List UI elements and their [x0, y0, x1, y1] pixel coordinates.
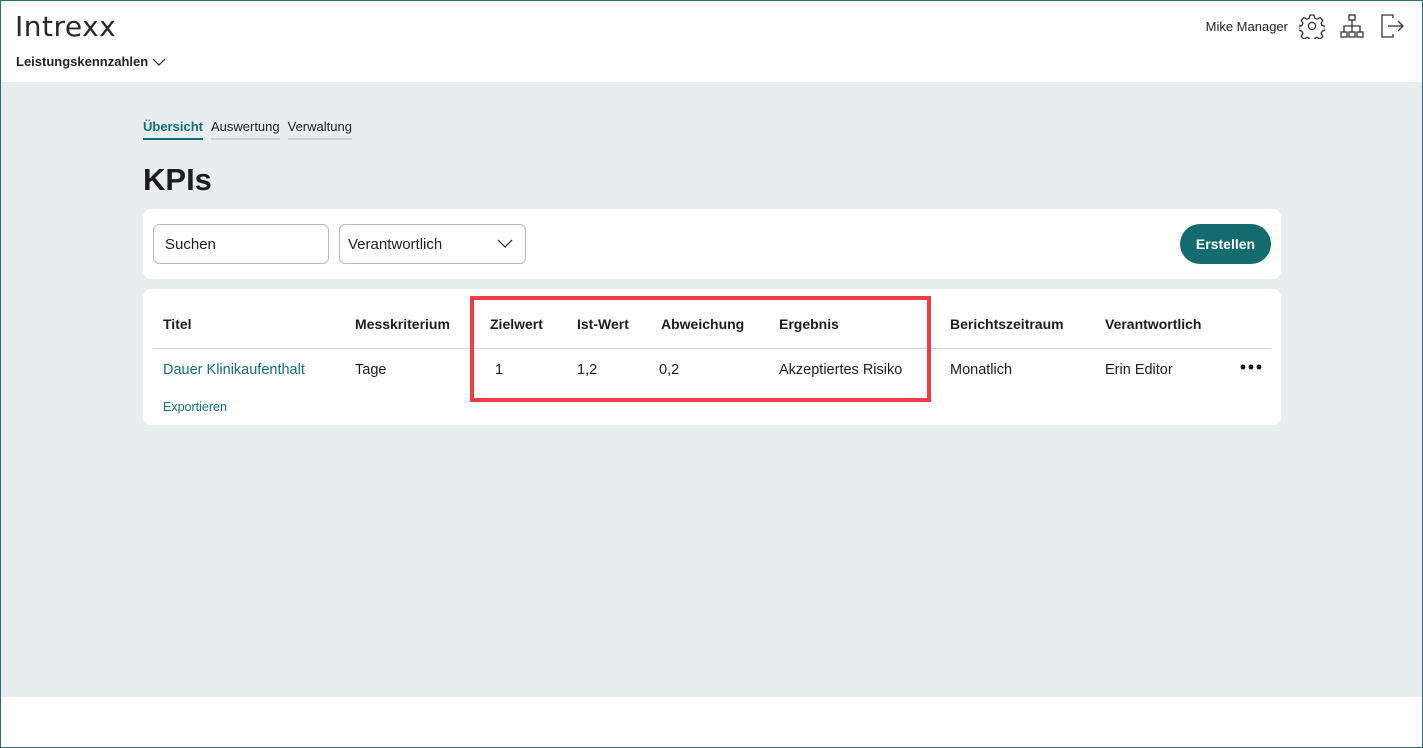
cell-abweichung: 0,2: [659, 362, 680, 378]
column-header-titel[interactable]: Titel: [163, 316, 192, 332]
cell-ist-wert: 1,2: [577, 362, 598, 378]
app-name: Leistungskennzahlen: [16, 54, 149, 69]
app-header: Intrexx Leistungskennzahlen Mike Manager: [0, 0, 1423, 82]
cell-messkriterium: Tage: [355, 362, 387, 378]
more-actions-button[interactable]: [1239, 355, 1263, 379]
column-header-messkriterium[interactable]: Messkriterium: [355, 316, 450, 332]
kpi-table: Titel Messkriterium Zielwert Ist-Wert Ab…: [143, 289, 1281, 425]
logout-icon[interactable]: [1379, 13, 1405, 39]
cell-ergebnis: Akzeptiertes Risiko: [779, 362, 903, 378]
more-horizontal-icon: [1240, 364, 1262, 370]
select-value: Verantwortlich: [348, 235, 443, 253]
kpi-title-link[interactable]: Dauer Klinikaufenthalt: [163, 362, 305, 378]
header-divider: [153, 348, 1271, 349]
tab-uebersicht[interactable]: Übersicht: [143, 119, 203, 140]
cell-verantwortlich: Erin Editor: [1105, 362, 1173, 378]
app-switcher[interactable]: Leistungskennzahlen: [16, 54, 166, 69]
responsible-filter-select[interactable]: Verantwortlich: [339, 224, 526, 264]
tab-verwaltung[interactable]: Verwaltung: [287, 119, 352, 140]
chevron-down-icon: [152, 58, 166, 66]
tab-bar: Übersicht Auswertung Verwaltung: [143, 119, 352, 140]
column-header-verantwortlich[interactable]: Verantwortlich: [1105, 316, 1201, 332]
column-header-ist-wert[interactable]: Ist-Wert: [577, 316, 629, 332]
column-header-ergebnis[interactable]: Ergebnis: [779, 316, 839, 332]
cell-zielwert: 1: [495, 362, 504, 378]
create-button[interactable]: Erstellen: [1180, 224, 1271, 264]
column-header-abweichung[interactable]: Abweichung: [661, 316, 744, 332]
page-title: KPIs: [143, 162, 212, 197]
gear-icon[interactable]: [1298, 13, 1326, 43]
export-link[interactable]: Exportieren: [163, 400, 227, 414]
chevron-down-icon: [497, 239, 513, 248]
cell-berichtszeitraum: Monatlich: [950, 362, 1013, 378]
page-footer: [0, 697, 1423, 748]
search-input[interactable]: [153, 224, 329, 264]
user-name[interactable]: Mike Manager: [1206, 19, 1288, 34]
column-header-berichtszeitraum[interactable]: Berichtszeitraum: [950, 316, 1064, 332]
tab-auswertung[interactable]: Auswertung: [210, 119, 280, 140]
sitemap-icon[interactable]: [1339, 13, 1365, 39]
filter-toolbar: Verantwortlich Erstellen: [143, 209, 1281, 279]
column-header-zielwert[interactable]: Zielwert: [490, 316, 543, 332]
intrexx-logo[interactable]: Intrexx: [15, 10, 116, 43]
